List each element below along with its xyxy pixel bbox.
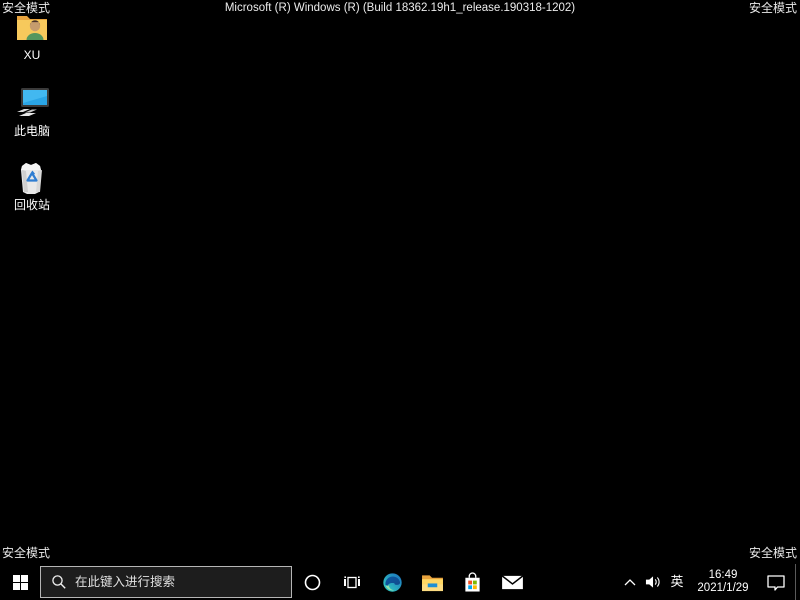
chevron-up-icon — [624, 579, 636, 586]
system-tray: 英 16:49 2021/1/29 — [619, 564, 800, 600]
mail-button[interactable] — [492, 564, 532, 600]
taskbar-clock[interactable]: 16:49 2021/1/29 — [689, 564, 757, 600]
store-button[interactable] — [452, 564, 492, 600]
clock-time: 16:49 — [708, 569, 738, 581]
hidden-icons-button[interactable] — [619, 564, 641, 600]
ime-indicator[interactable]: 英 — [665, 564, 689, 600]
search-input[interactable] — [75, 575, 291, 589]
desktop-icon-label: XU — [23, 48, 41, 62]
this-pc-icon — [17, 88, 49, 116]
task-view-button[interactable] — [332, 564, 372, 600]
microsoft-edge-icon — [382, 572, 402, 592]
file-explorer-button[interactable] — [412, 564, 452, 600]
search-icon — [52, 575, 66, 589]
safe-mode-label-bottom-left: 安全模式 — [2, 546, 51, 560]
clock-date: 2021/1/29 — [697, 582, 749, 594]
windows-logo-icon — [12, 574, 28, 590]
desktop-icon-this-pc[interactable]: 此电脑 — [2, 84, 62, 138]
volume-button[interactable] — [641, 564, 665, 600]
start-button[interactable] — [0, 564, 40, 600]
desktop: 安全模式 安全模式 安全模式 安全模式 Microsoft (R) Window… — [0, 0, 800, 600]
taskbar-search-box[interactable] — [40, 566, 292, 598]
desktop-icon-recycle-bin[interactable]: 回收站 — [2, 158, 62, 212]
file-explorer-icon — [421, 574, 443, 591]
cortana-circle-icon — [304, 574, 320, 590]
user-folder-icon — [17, 16, 47, 40]
action-center-button[interactable] — [757, 564, 795, 600]
cortana-button[interactable] — [292, 564, 332, 600]
show-desktop-button[interactable] — [795, 564, 800, 600]
mail-icon — [501, 574, 523, 589]
windows-build-banner: Microsoft (R) Windows (R) (Build 18362.1… — [224, 2, 576, 14]
taskbar: 英 16:49 2021/1/29 — [0, 564, 800, 600]
task-view-icon — [344, 576, 360, 589]
edge-button[interactable] — [372, 564, 412, 600]
recycle-bin-icon — [21, 163, 42, 194]
speaker-icon — [645, 576, 660, 588]
desktop-icon-label: 回收站 — [13, 198, 50, 212]
action-center-icon — [767, 574, 785, 591]
desktop-icon-label: 此电脑 — [13, 124, 50, 138]
safe-mode-label-bottom-right: 安全模式 — [748, 546, 797, 560]
desktop-icon-user-folder[interactable]: XU — [2, 8, 62, 62]
microsoft-store-icon — [464, 571, 480, 592]
